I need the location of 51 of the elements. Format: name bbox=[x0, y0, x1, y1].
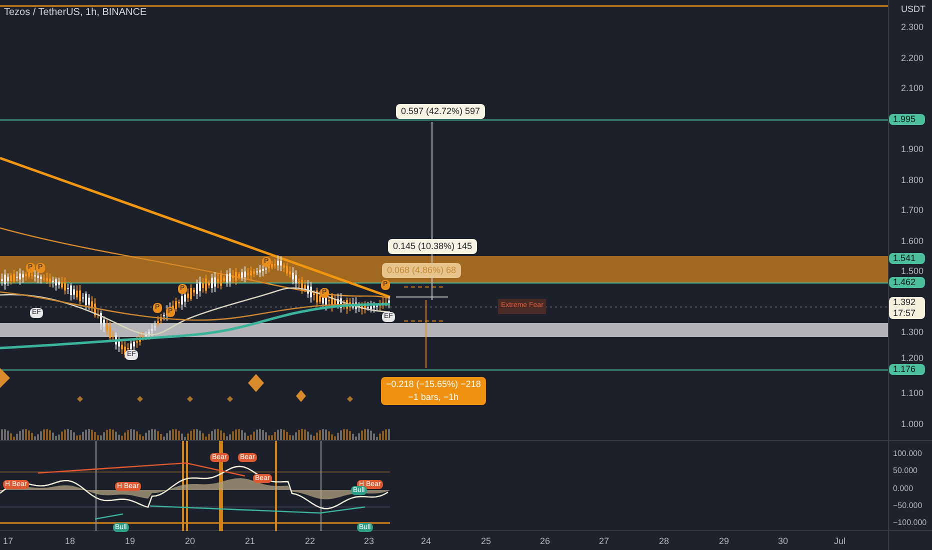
oscillator-tick: 50.000 bbox=[893, 465, 918, 478]
diamond-marker bbox=[0, 368, 10, 388]
currency-label: USDT bbox=[901, 3, 926, 16]
price-label: 1.541 bbox=[889, 253, 925, 264]
price-label: 1.995 bbox=[889, 114, 925, 125]
oscillator-tick: 100.000 bbox=[893, 448, 922, 460]
time-tick: 20 bbox=[185, 535, 196, 548]
price-tick: 1.800 bbox=[901, 174, 924, 187]
price-tick: 2.100 bbox=[901, 82, 924, 95]
measure-label: 0.068 (4.86%) 68 bbox=[382, 263, 462, 278]
time-tick: 19 bbox=[125, 535, 136, 548]
measure-label: −0.218 (−15.65%) −218 −1 bars, −1h bbox=[381, 377, 486, 405]
diamond-marker bbox=[347, 396, 353, 402]
diamond-marker bbox=[187, 396, 193, 402]
time-tick: 30 bbox=[778, 535, 788, 548]
time-tick: 28 bbox=[659, 535, 670, 548]
price-tick: 1.500 bbox=[901, 265, 924, 278]
price-tick: 1.900 bbox=[901, 143, 924, 156]
price-tick: 1.000 bbox=[901, 418, 924, 431]
time-tick: 27 bbox=[599, 535, 610, 548]
diamond-marker bbox=[296, 390, 306, 402]
oscillator-tick: −50.000 bbox=[893, 500, 922, 512]
diamond-marker bbox=[77, 396, 83, 402]
time-tick: 29 bbox=[719, 535, 730, 548]
time-tick: Jul bbox=[834, 535, 846, 548]
time-tick: 17 bbox=[3, 535, 14, 548]
price-tick: 1.300 bbox=[901, 326, 924, 339]
price-tick: 1.700 bbox=[901, 204, 924, 217]
chart-title: Tezos / TetherUS, 1h, BINANCE bbox=[4, 6, 147, 20]
measure-label: 0.597 (42.72%) 597 bbox=[396, 104, 486, 119]
time-tick: 21 bbox=[245, 535, 256, 548]
time-tick: 23 bbox=[364, 535, 374, 548]
time-tick: 24 bbox=[421, 535, 432, 548]
time-tick: 22 bbox=[305, 535, 316, 548]
price-tick: 1.200 bbox=[901, 352, 924, 365]
price-tick: 1.100 bbox=[901, 387, 924, 400]
time-tick: 18 bbox=[65, 535, 76, 548]
price-label: 1.176 bbox=[889, 364, 925, 375]
price-tick: 2.200 bbox=[901, 52, 924, 65]
price-label: 1.462 bbox=[889, 277, 925, 288]
price-tick: 1.600 bbox=[901, 235, 924, 248]
oscillator-tick: −100.000 bbox=[893, 517, 927, 530]
time-tick: 26 bbox=[540, 535, 550, 548]
price-tick: 2.300 bbox=[901, 21, 924, 34]
oscillator-tick: 0.000 bbox=[893, 482, 914, 495]
measure-label: 0.145 (10.38%) 145 bbox=[388, 239, 478, 254]
time-tick: 25 bbox=[481, 535, 492, 548]
diamond-marker bbox=[227, 396, 233, 402]
diamond-marker bbox=[137, 396, 143, 402]
price-label: 1.392 17:57 bbox=[889, 297, 925, 319]
diamond-marker bbox=[248, 374, 264, 392]
